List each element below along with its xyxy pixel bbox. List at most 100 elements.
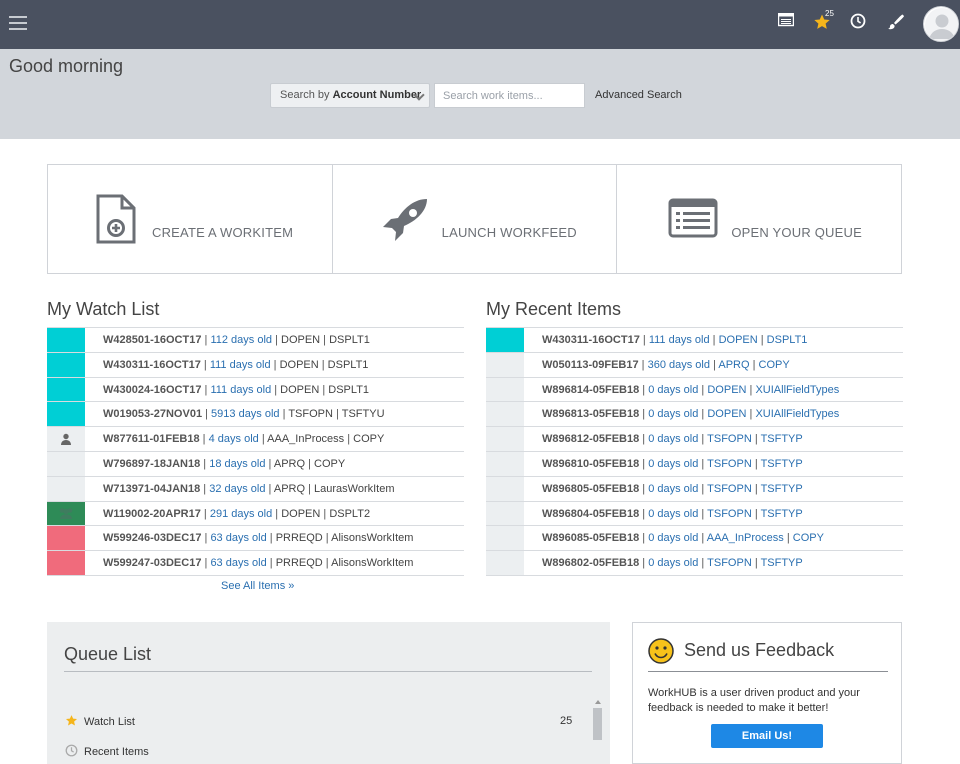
list-item[interactable]: W896805-05FEB18 | 0 days old | TSFOPN | … [486,476,903,502]
list-item[interactable]: W896813-05FEB18 | 0 days old | DOPEN | X… [486,402,903,428]
workitem-id[interactable]: W430311-16OCT17 [542,334,640,346]
workitem-id[interactable]: W896805-05FEB18 [542,483,639,495]
user-avatar[interactable] [923,6,959,42]
workitem-status[interactable]: TSFOPN [707,483,752,495]
search-by-dropdown[interactable]: Search by Account Number [270,83,430,108]
workitem-id[interactable]: W896802-05FEB18 [542,557,639,569]
workitem-age-link[interactable]: 0 days old [648,557,698,569]
list-item[interactable]: W599247-03DEC17 | 63 days old | PRREQD |… [47,551,464,576]
list-item-text: W428501-16OCT17 | 112 days old | DOPEN |… [103,328,370,352]
workitem-age-link[interactable]: 111 days old [210,384,271,396]
workitem-status[interactable]: TSFOPN [707,508,752,520]
list-item[interactable]: W896085-05FEB18 | 0 days old | AAA_InPro… [486,526,903,552]
workitem-id[interactable]: W050113-09FEB17 [542,359,639,371]
list-item[interactable]: W119002-20APR17 | 291 days old | DOPEN |… [47,501,464,527]
workitem-id[interactable]: W428501-16OCT17 [103,334,201,346]
scroll-up-arrow-icon[interactable] [595,700,601,704]
list-item[interactable]: W896814-05FEB18 | 0 days old | DOPEN | X… [486,377,903,403]
workitem-age-link[interactable]: 291 days old [210,508,272,520]
workitem-age-link[interactable]: 0 days old [648,532,698,544]
workitem-age-link[interactable]: 0 days old [648,408,698,420]
history-clock-icon[interactable] [850,13,870,33]
workitem-type[interactable]: DSPLT1 [767,334,808,346]
workitem-type[interactable]: TSFTYP [761,458,803,470]
workitem-id[interactable]: W896810-05FEB18 [542,458,639,470]
workitem-age-link[interactable]: 0 days old [648,508,698,520]
list-item[interactable]: W428501-16OCT17 | 112 days old | DOPEN |… [47,328,464,353]
workitem-status[interactable]: TSFOPN [707,458,752,470]
workitem-id[interactable]: W896804-05FEB18 [542,508,639,520]
workitem-type[interactable]: XUIAllFieldTypes [755,384,839,396]
list-item[interactable]: W796897-18JAN18 | 18 days old | APRQ | C… [47,451,464,477]
workitem-age-link[interactable]: 63 days old [210,532,266,544]
workitem-id[interactable]: W896812-05FEB18 [542,433,639,445]
workitem-status[interactable]: TSFOPN [707,557,752,569]
workitem-type[interactable]: COPY [759,359,790,371]
workitem-type[interactable]: TSFTYP [761,557,803,569]
workitem-age-link[interactable]: 5913 days old [211,408,280,420]
email-us-button[interactable]: Email Us! [711,724,823,748]
see-all-items-link[interactable]: See All Items » [221,580,294,592]
workitem-type[interactable]: TSFTYP [761,508,803,520]
workitem-age-link[interactable]: 111 days old [649,334,710,346]
workitem-age-link[interactable]: 0 days old [648,483,698,495]
workitem-status[interactable]: APRQ [718,359,749,371]
workitem-id[interactable]: W896814-05FEB18 [542,384,639,396]
workitem-age-link[interactable]: 0 days old [648,384,698,396]
list-item[interactable]: W430311-16OCT17 | 111 days old | DOPEN |… [47,352,464,378]
queue-scrollbar[interactable] [592,698,603,764]
workitem-id[interactable]: W713971-04JAN18 [103,483,200,495]
list-item[interactable]: W713971-04JAN18 | 32 days old | APRQ | L… [47,476,464,502]
workitem-id[interactable]: W896813-05FEB18 [542,408,639,420]
status-color-swatch [486,352,524,377]
workitem-type[interactable]: TSFTYP [761,433,803,445]
queue-item-watch-list[interactable]: Watch List [65,714,135,730]
workitem-age-link[interactable]: 0 days old [648,433,698,445]
search-input[interactable] [434,83,585,108]
workitem-type[interactable]: TSFTYP [761,483,803,495]
create-workitem-tile[interactable]: CREATE A WORKITEM [48,165,333,273]
list-item[interactable]: W019053-27NOV01 | 5913 days old | TSFOPN… [47,402,464,428]
list-item[interactable]: W896802-05FEB18 | 0 days old | TSFOPN | … [486,551,903,576]
list-item[interactable]: W599246-03DEC17 | 63 days old | PRREQD |… [47,526,464,552]
workitem-age-link[interactable]: 32 days old [209,483,265,495]
workitem-age-link[interactable]: 63 days old [210,557,266,569]
workitem-id[interactable]: W430024-16OCT17 [103,384,201,396]
workitem-status[interactable]: DOPEN [719,334,758,346]
browser-window-icon[interactable] [777,12,798,33]
scroll-thumb[interactable] [593,708,602,740]
launch-workfeed-tile[interactable]: LAUNCH WORKFEED [333,165,618,273]
menu-icon[interactable] [9,16,27,30]
workitem-status[interactable]: DOPEN [707,384,746,396]
list-item[interactable]: W877611-01FEB18 | 4 days old | AAA_InPro… [47,427,464,452]
open-queue-tile[interactable]: OPEN YOUR QUEUE [617,165,901,273]
paintbrush-icon[interactable] [886,13,906,33]
workitem-id[interactable]: W430311-16OCT17 [103,359,201,371]
workitem-age-link[interactable]: 360 days old [648,359,710,371]
workitem-id[interactable]: W119002-20APR17 [103,508,201,520]
workitem-id[interactable]: W599246-03DEC17 [103,532,201,544]
list-item[interactable]: W896804-05FEB18 | 0 days old | TSFOPN | … [486,501,903,527]
workitem-type[interactable]: COPY [793,532,824,544]
list-item[interactable]: W430311-16OCT17 | 111 days old | DOPEN |… [486,328,903,353]
workitem-id[interactable]: W599247-03DEC17 [103,557,201,569]
list-item[interactable]: W430024-16OCT17 | 111 days old | DOPEN |… [47,377,464,403]
workitem-id[interactable]: W896085-05FEB18 [542,532,639,544]
workitem-status[interactable]: AAA_InProcess [707,532,784,544]
workitem-id[interactable]: W877611-01FEB18 [103,433,200,445]
list-item[interactable]: W896810-05FEB18 | 0 days old | TSFOPN | … [486,451,903,477]
workitem-type[interactable]: XUIAllFieldTypes [755,408,839,420]
workitem-age-link[interactable]: 18 days old [209,458,265,470]
workitem-age-link[interactable]: 111 days old [210,359,271,371]
workitem-status[interactable]: DOPEN [707,408,746,420]
list-item[interactable]: W050113-09FEB17 | 360 days old | APRQ | … [486,352,903,378]
workitem-status[interactable]: TSFOPN [707,433,752,445]
workitem-age-link[interactable]: 112 days old [210,334,272,346]
advanced-search-link[interactable]: Advanced Search [595,89,682,101]
workitem-id[interactable]: W019053-27NOV01 [103,408,202,420]
workitem-age-link[interactable]: 4 days old [209,433,259,445]
queue-item-recent-items[interactable]: Recent Items [65,744,149,760]
workitem-id[interactable]: W796897-18JAN18 [103,458,200,470]
list-item[interactable]: W896812-05FEB18 | 0 days old | TSFOPN | … [486,427,903,452]
workitem-age-link[interactable]: 0 days old [648,458,698,470]
